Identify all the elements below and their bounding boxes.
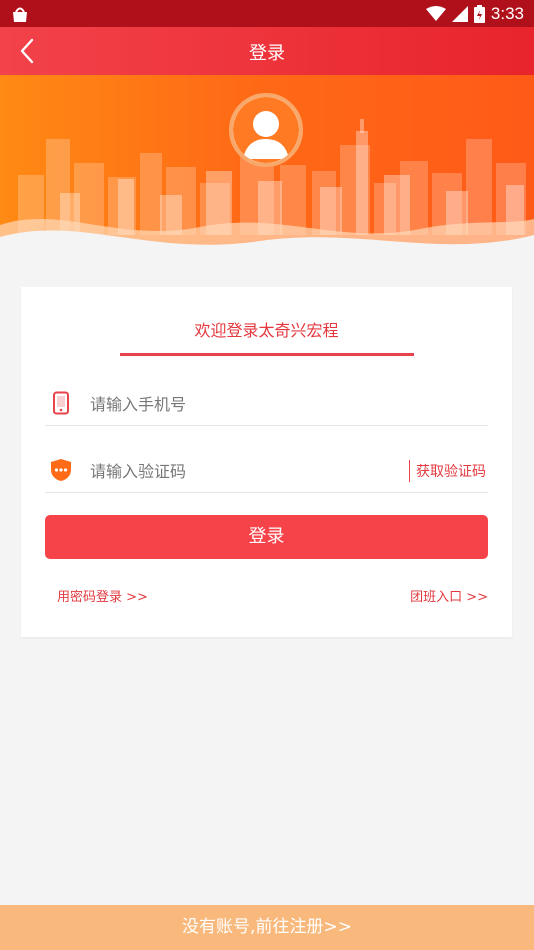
notification-app-icon [13,7,27,22]
battery-icon [473,5,485,23]
register-button[interactable]: 没有账号,前往注册>> [0,905,534,950]
welcome-title: 欢迎登录太奇兴宏程 [194,321,339,340]
login-button[interactable]: 登录 [45,515,488,559]
get-code-button[interactable]: 获取验证码 [416,461,486,481]
verification-code-field: 获取验证码 [45,448,488,493]
page-title: 登录 [249,43,285,64]
signal-icon [451,6,468,22]
password-login-link[interactable]: 用密码登录 >> [57,586,148,605]
system-icons: 3:33 [425,3,524,25]
header-banner [0,75,534,265]
group-entry-link[interactable]: 团班入口 >> [410,586,488,605]
status-bar: 3:33 [0,0,534,27]
app-bar: 登录 [0,27,534,75]
login-card: 欢迎登录太奇兴宏程 获取验证码 登录 用密码登录 >> 团班入口 >> [21,287,512,637]
code-divider [409,460,410,482]
wifi-icon [425,6,446,21]
welcome-underline [120,353,414,356]
phone-icon [53,391,69,415]
avatar[interactable] [229,93,303,167]
phone-field [45,381,488,426]
phone-input[interactable] [88,388,392,420]
verification-code-input[interactable] [88,455,392,487]
avatar-icon [233,97,299,163]
verify-code-icon [51,459,71,481]
clock-time: 3:33 [490,4,524,23]
